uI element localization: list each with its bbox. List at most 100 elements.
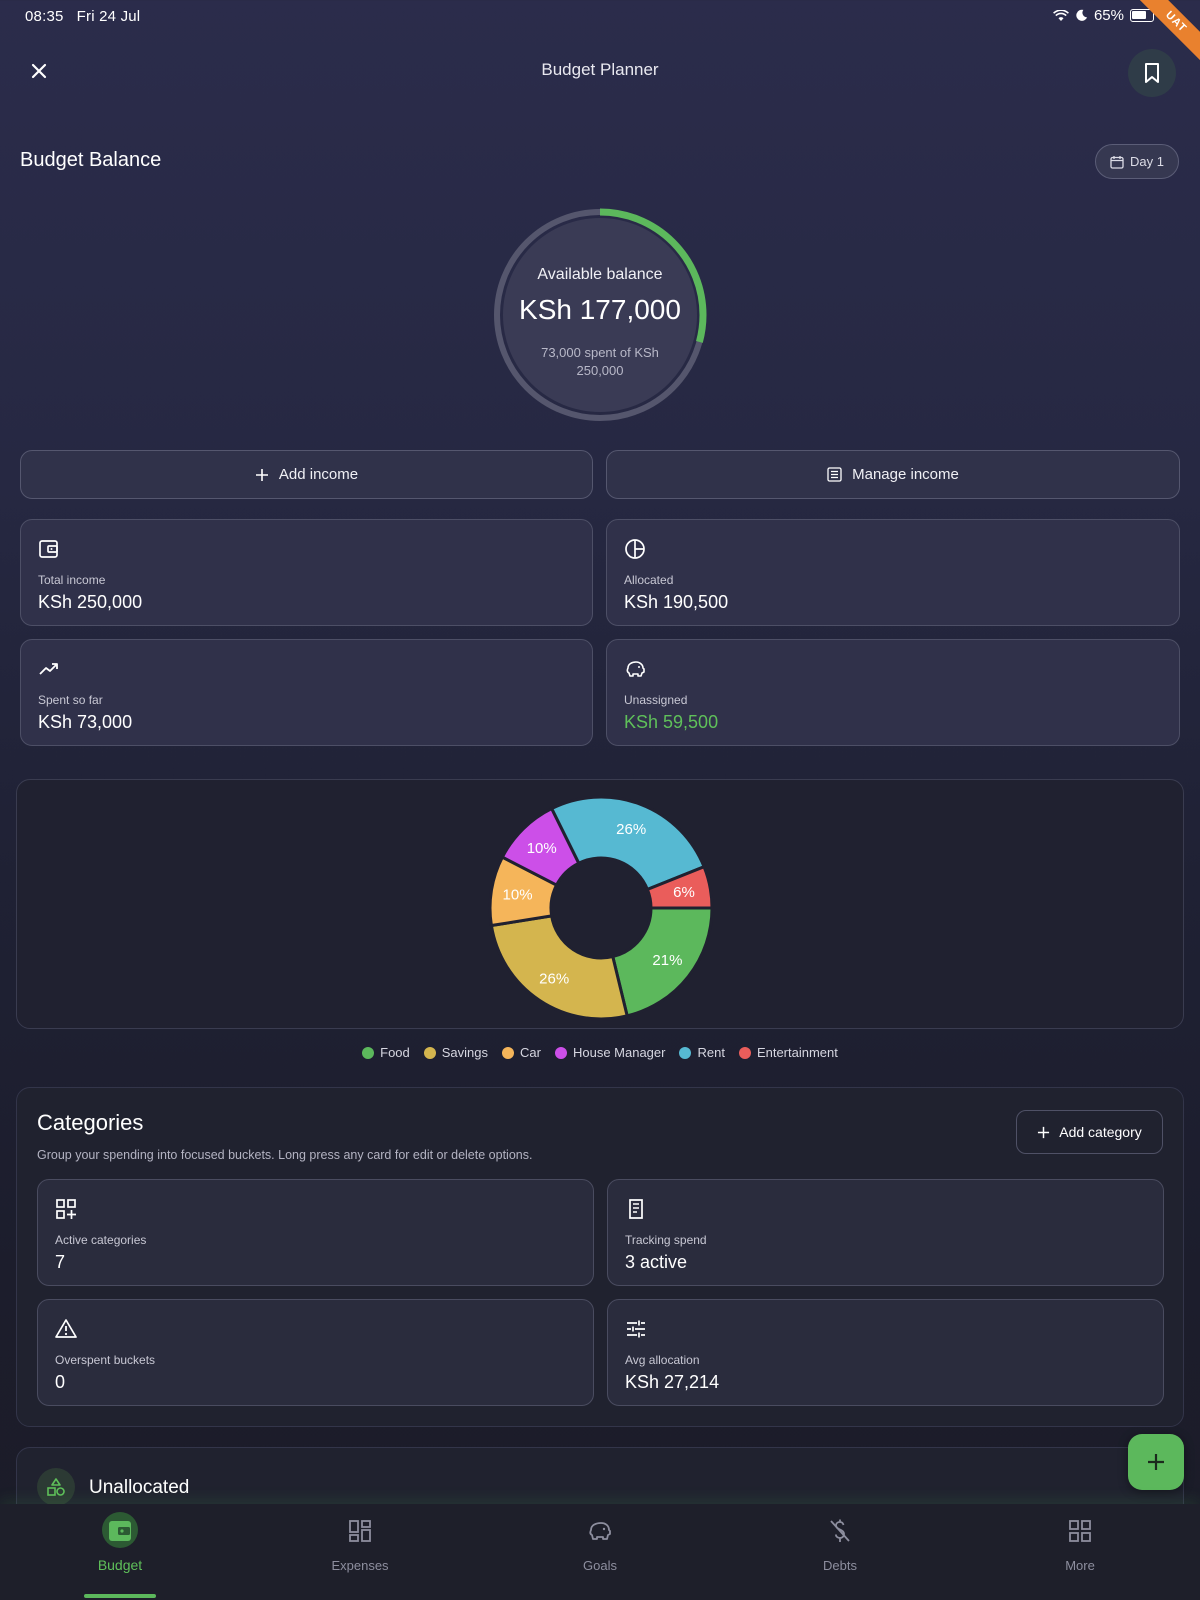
balance-ring: Available balance KSh 177,000 73,000 spe…	[492, 207, 708, 423]
manage-income-label: Manage income	[852, 466, 959, 483]
dashboard-icon	[340, 1516, 380, 1546]
legend-label: Food	[380, 1045, 410, 1060]
legend-label: Entertainment	[756, 1045, 838, 1060]
status-bar: 08:35 Fri 24 Jul 65% UAT	[0, 0, 1200, 65]
donut-slice-label: 10%	[503, 887, 533, 904]
available-balance-amount: KSh 177,000	[519, 294, 681, 325]
bottom-navigation: Budget Expenses Goals Debts More	[0, 1504, 1200, 1600]
categories-subtitle: Group your spending into focused buckets…	[37, 1148, 533, 1162]
total-income-card: Total income KSh 250,000	[20, 519, 593, 626]
nav-debts[interactable]: Debts	[770, 1504, 910, 1600]
stat-value: 3 active	[625, 1252, 688, 1272]
nav-expenses[interactable]: Expenses	[290, 1504, 430, 1600]
money-off-icon	[820, 1516, 860, 1546]
legend-label: Car	[520, 1045, 541, 1060]
stat-label: Unassigned	[624, 693, 688, 707]
wallet-icon	[100, 1516, 140, 1546]
stat-label: Avg allocation	[625, 1353, 700, 1367]
stat-value: 0	[55, 1372, 66, 1392]
unassigned-card: Unassigned KSh 59,500	[606, 639, 1180, 746]
add-income-button[interactable]: Add income	[20, 450, 593, 499]
stat-label: Tracking spend	[625, 1233, 707, 1247]
stat-value: KSh 250,000	[38, 592, 143, 612]
add-grid-icon	[56, 1199, 76, 1219]
stat-label: Spent so far	[38, 693, 103, 707]
top-bar: Budget Planner	[0, 46, 1200, 98]
legend-item: Savings	[423, 1045, 489, 1060]
stat-value: KSh 73,000	[38, 712, 133, 732]
stat-label: Active categories	[55, 1233, 147, 1247]
add-fab-button[interactable]	[1128, 1434, 1184, 1490]
nav-label: More	[1065, 1558, 1095, 1573]
day-selector-chip[interactable]: Day 1	[1095, 144, 1179, 179]
stat-label: Overspent buckets	[55, 1353, 156, 1367]
nav-label: Budget	[97, 1557, 143, 1573]
battery-percent: 65%	[1093, 7, 1124, 24]
trending-up-icon	[39, 663, 58, 675]
spent-summary: 73,000 spent of KSh 250,000	[541, 345, 659, 378]
stat-value: KSh 27,214	[625, 1372, 720, 1392]
nav-goals[interactable]: Goals	[530, 1504, 670, 1600]
stat-value: KSh 59,500	[624, 712, 719, 732]
legend-dot	[554, 1046, 567, 1059]
legend-label: Savings	[441, 1045, 489, 1060]
nav-active-indicator	[84, 1594, 156, 1598]
budget-balance-title: Budget Balance	[20, 149, 162, 171]
add-category-button[interactable]: Add category	[1016, 1110, 1163, 1154]
allocated-card: Allocated KSh 190,500	[606, 519, 1180, 626]
stat-value: 7	[55, 1252, 66, 1272]
category-icon	[37, 1468, 75, 1506]
active-categories-card: Active categories 7	[37, 1179, 594, 1286]
manage-income-button[interactable]: Manage income	[606, 450, 1180, 499]
categories-card: Categories Group your spending into focu…	[16, 1087, 1184, 1427]
legend-dot	[738, 1046, 751, 1059]
unallocated-title: Unallocated	[89, 1477, 190, 1498]
day-chip-label: Day 1	[1130, 154, 1164, 169]
moon-icon	[1076, 9, 1088, 21]
stat-label: Total income	[38, 573, 106, 587]
legend-item: Food	[362, 1045, 410, 1060]
add-category-label: Add category	[1059, 1124, 1142, 1140]
piggy-bank-icon	[626, 661, 645, 677]
pie-chart-icon	[625, 539, 645, 559]
legend-item: House Manager	[554, 1045, 666, 1060]
spent-so-far-card: Spent so far KSh 73,000	[20, 639, 593, 746]
tracking-spend-card: Tracking spend 3 active	[607, 1179, 1164, 1286]
wallet-icon	[39, 540, 58, 558]
nav-more[interactable]: More	[1010, 1504, 1150, 1600]
stat-value: KSh 190,500	[624, 592, 729, 612]
donut-slice-label: 21%	[652, 952, 682, 969]
wifi-icon	[1053, 9, 1069, 21]
balance-ring-center: Available balance KSh 177,000 73,000 spe…	[503, 218, 697, 412]
add-income-label: Add income	[278, 466, 359, 483]
donut-slice-label: 26%	[539, 970, 569, 987]
donut-slice-label: 6%	[673, 884, 695, 901]
donut-slice-label: 10%	[527, 840, 557, 857]
available-balance-label: Available balance	[537, 266, 663, 283]
page-title: Budget Planner	[541, 60, 659, 79]
receipt-icon	[629, 1199, 643, 1219]
date: Fri 24 Jul	[76, 8, 141, 25]
tune-icon	[627, 1320, 645, 1338]
donut-slice-savings[interactable]	[489, 914, 629, 1021]
legend-label: House Manager	[572, 1045, 666, 1060]
nav-label: Debts	[823, 1558, 857, 1573]
overspent-buckets-card: Overspent buckets 0	[37, 1299, 594, 1406]
donut-slice-label: 26%	[616, 821, 646, 838]
bookmark-icon	[1145, 63, 1159, 83]
legend-dot	[502, 1046, 515, 1059]
legend-item: Entertainment	[738, 1045, 838, 1060]
legend-item: Car	[502, 1045, 541, 1060]
categories-title: Categories	[37, 1110, 144, 1135]
legend-dot	[679, 1046, 692, 1059]
nav-budget[interactable]: Budget	[50, 1504, 190, 1600]
plus-icon	[1038, 1126, 1050, 1138]
bookmark-button[interactable]	[1128, 49, 1176, 97]
nav-label: Expenses	[331, 1558, 389, 1573]
stat-label: Allocated	[624, 573, 674, 587]
legend-item: Rent	[679, 1045, 725, 1060]
plus-icon	[255, 468, 268, 481]
status-time: 08:35 Fri 24 Jul	[25, 8, 140, 25]
clock: 08:35	[25, 8, 64, 25]
warning-icon	[55, 1319, 77, 1338]
